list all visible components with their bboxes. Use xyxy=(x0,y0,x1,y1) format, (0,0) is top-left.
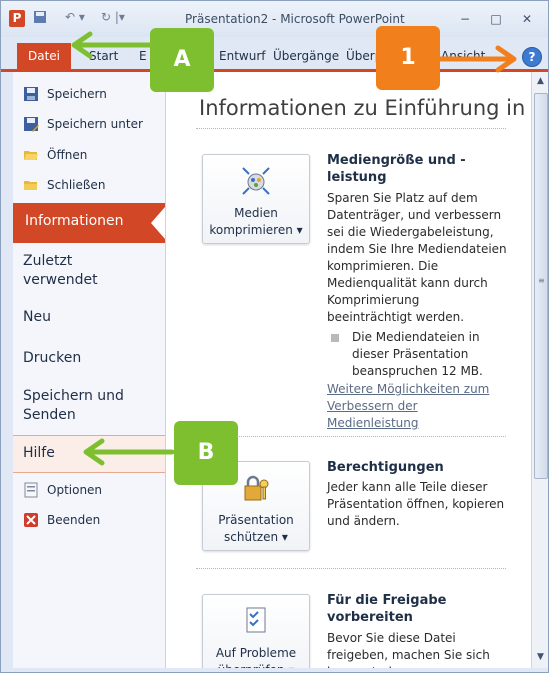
annotation-arrows xyxy=(71,31,517,466)
callout-1: 1 xyxy=(376,26,440,90)
callout-b: B xyxy=(174,421,238,485)
callout-a: A xyxy=(150,28,214,92)
